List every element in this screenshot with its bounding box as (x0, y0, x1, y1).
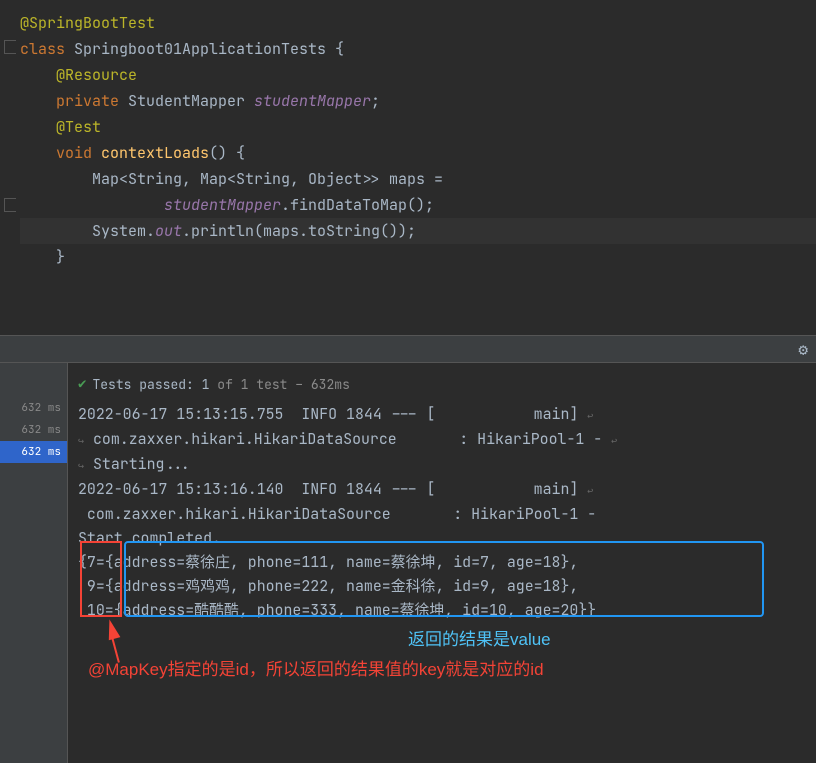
log-line: 2022-06-17 15:13:16.140 INFO 1844 --- [ … (78, 478, 806, 503)
log-line: 2022-06-17 15:13:15.755 INFO 1844 --- [ … (78, 403, 806, 428)
code-line: @Resource (20, 62, 816, 88)
log-output-map: 10={address=酷酷酷, phone=333, name=蔡徐坤, id… (78, 599, 806, 623)
check-icon: ✔ (78, 375, 86, 393)
annotation-mapkey-label: @MapKey指定的是id，所以返回的结果值的key就是对应的id (88, 655, 544, 680)
code-line: studentMapper.findDataToMap(); (20, 192, 816, 218)
test-status: ✔ Tests passed: 1 of 1 test – 632ms (78, 371, 806, 403)
annotation-resource: @Resource (20, 65, 137, 85)
code-line: class Springboot01ApplicationTests { (20, 36, 816, 62)
annotation-value-label: 返回的结果是value (408, 625, 551, 650)
timing-column: 632 ms 632 ms 632 ms (0, 363, 68, 763)
fold-gutter-icon[interactable] (4, 40, 16, 54)
timing-item-selected[interactable]: 632 ms (0, 441, 67, 463)
gear-icon[interactable]: ⚙ (798, 339, 808, 360)
annotation-springboottest: @SpringBootTest (20, 13, 155, 33)
console-toolbar: ⚙ (0, 335, 816, 363)
fold-gutter-icon[interactable] (4, 198, 16, 212)
timing-item[interactable]: 632 ms (0, 397, 67, 419)
code-line: Map<String, Map<String, Object>> maps = (20, 166, 816, 192)
tests-passed-label: Tests passed: 1 of 1 test – 632ms (92, 376, 349, 393)
wrap-icon: ↩ (587, 484, 593, 497)
wrap-icon: ↩ (587, 409, 593, 422)
annotation-test: @Test (20, 117, 101, 137)
log-line: com.zaxxer.hikari.HikariDataSource : Hik… (78, 503, 806, 527)
code-line: @SpringBootTest (20, 10, 816, 36)
log-line: Start completed. (78, 527, 806, 551)
wrap-icon: ↩ (611, 434, 617, 447)
log-line: ↪ Starting... (78, 453, 806, 478)
timing-item[interactable]: 632 ms (0, 419, 67, 441)
code-line: } (20, 244, 816, 270)
log-line: ↪ com.zaxxer.hikari.HikariDataSource : H… (78, 428, 806, 453)
code-editor[interactable]: @SpringBootTest class Springboot01Applic… (0, 0, 816, 335)
console-output[interactable]: ✔ Tests passed: 1 of 1 test – 632ms 2022… (68, 363, 816, 763)
log-output-map: 9={address=鸡鸡鸡, phone=222, name=金科徐, id=… (78, 575, 806, 599)
test-console: 632 ms 632 ms 632 ms ✔ Tests passed: 1 o… (0, 363, 816, 763)
code-line: void contextLoads() { (20, 140, 816, 166)
code-line-highlighted: System.out.println(maps.toString()); (20, 218, 816, 244)
code-line: @Test (20, 114, 816, 140)
code-line: private StudentMapper studentMapper; (20, 88, 816, 114)
log-output-map: {7={address=蔡徐庄, phone=111, name=蔡徐坤, id… (78, 551, 806, 575)
